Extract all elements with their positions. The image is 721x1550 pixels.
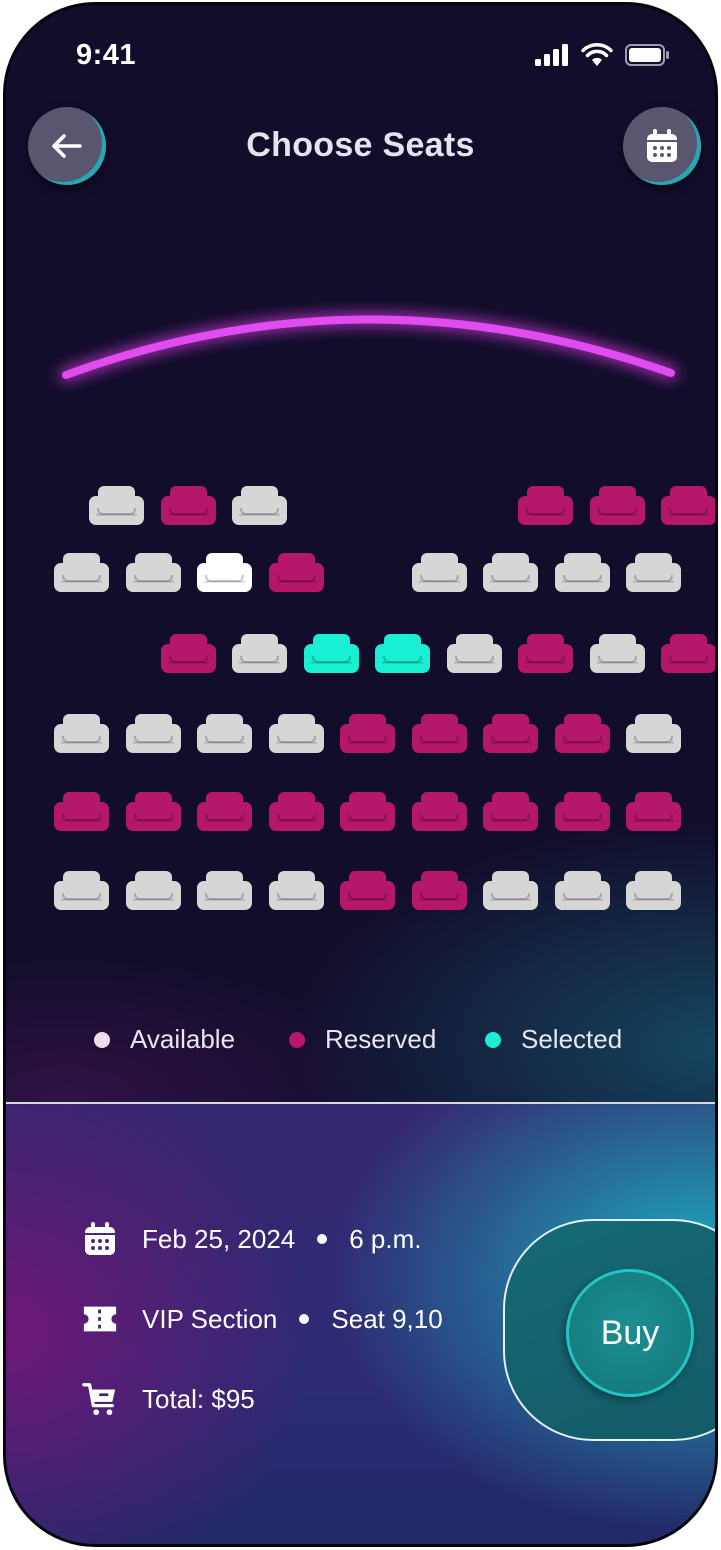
booking-date: Feb 25, 2024 bbox=[142, 1223, 296, 1254]
seat-available[interactable] bbox=[232, 634, 287, 673]
seat-reserved bbox=[160, 486, 216, 525]
seat-available[interactable] bbox=[554, 871, 610, 910]
seat-available[interactable] bbox=[589, 634, 645, 673]
seat-reserved bbox=[340, 792, 395, 831]
seat-selected[interactable] bbox=[303, 634, 359, 673]
calendar-button[interactable] bbox=[623, 107, 701, 185]
page-title: Choose Seats bbox=[246, 126, 475, 164]
separator-dot bbox=[317, 1234, 328, 1244]
seat-reserved bbox=[661, 486, 715, 525]
seat-reserved bbox=[411, 714, 467, 753]
seat-reserved bbox=[554, 714, 610, 753]
calendar-icon bbox=[647, 129, 677, 162]
seat-available[interactable] bbox=[197, 714, 252, 753]
cinema-screen bbox=[59, 312, 678, 382]
buy-button[interactable]: Buy bbox=[566, 1269, 694, 1397]
seat-available[interactable] bbox=[446, 634, 502, 673]
seat-available[interactable] bbox=[554, 553, 610, 592]
legend-label-reserved: Reserved bbox=[325, 1024, 437, 1054]
booking-total: Total: $95 bbox=[142, 1383, 255, 1414]
seat-reserved bbox=[411, 792, 467, 831]
wifi-icon bbox=[581, 43, 613, 66]
seat-reserved bbox=[626, 792, 681, 831]
legend-reserved: Reserved bbox=[289, 1024, 436, 1055]
seat-selected[interactable] bbox=[375, 634, 430, 673]
seat-available[interactable] bbox=[197, 871, 252, 910]
seat-reserved bbox=[160, 634, 216, 673]
reserved-dot bbox=[289, 1031, 305, 1048]
seat-available[interactable] bbox=[232, 486, 287, 525]
seat-reserved bbox=[197, 792, 252, 831]
seat-legend: Available Reserved Selected bbox=[6, 1024, 715, 1064]
ticket-icon bbox=[82, 1301, 118, 1337]
seat-available[interactable] bbox=[54, 553, 109, 592]
booking-time: 6 p.m. bbox=[349, 1223, 422, 1254]
seat-reserved bbox=[54, 792, 109, 831]
seat-available[interactable] bbox=[626, 714, 681, 753]
seat-available[interactable] bbox=[125, 871, 181, 910]
date-time-row: Feb 25, 2024 6 p.m. bbox=[82, 1221, 421, 1257]
booking-seat: Seat 9,10 bbox=[331, 1303, 443, 1334]
status-icons bbox=[535, 43, 671, 67]
available-dot bbox=[94, 1031, 110, 1048]
seat-reserved bbox=[268, 553, 324, 592]
legend-label-selected: Selected bbox=[521, 1024, 623, 1054]
seat-reserved bbox=[589, 486, 645, 525]
seat-reserved bbox=[340, 871, 395, 910]
legend-selected: Selected bbox=[485, 1024, 622, 1055]
seat-reserved bbox=[340, 714, 395, 753]
seat-reserved bbox=[125, 792, 181, 831]
seat-reserved bbox=[411, 871, 467, 910]
total-row: Total: $95 bbox=[82, 1381, 255, 1417]
seat-available[interactable] bbox=[483, 871, 538, 910]
seat-available[interactable] bbox=[626, 871, 681, 910]
seat-reserved bbox=[518, 634, 573, 673]
seat-available[interactable] bbox=[125, 553, 181, 592]
seat-available[interactable] bbox=[626, 553, 681, 592]
seat-reserved bbox=[483, 714, 538, 753]
seat-reserved bbox=[518, 486, 573, 525]
seat-available[interactable] bbox=[89, 486, 144, 525]
seat-reserved bbox=[268, 792, 324, 831]
cart-icon bbox=[82, 1381, 118, 1417]
seat-reserved bbox=[483, 792, 538, 831]
seat-available[interactable] bbox=[411, 553, 467, 592]
status-time: 9:41 bbox=[76, 39, 137, 71]
seat-reserved bbox=[554, 792, 610, 831]
seat-available[interactable] bbox=[125, 714, 181, 753]
selected-dot bbox=[485, 1031, 501, 1048]
seat-available[interactable] bbox=[483, 553, 538, 592]
signal-icon bbox=[535, 44, 568, 66]
seat-reserved bbox=[661, 634, 715, 673]
seat-available[interactable] bbox=[268, 871, 324, 910]
seat-available[interactable] bbox=[268, 714, 324, 753]
seat-available[interactable] bbox=[54, 714, 109, 753]
battery-icon bbox=[625, 44, 669, 66]
booking-section: VIP Section bbox=[142, 1303, 278, 1334]
seat-available[interactable] bbox=[54, 871, 109, 910]
separator-dot bbox=[299, 1314, 310, 1324]
legend-available: Available bbox=[94, 1024, 235, 1055]
legend-label-available: Available bbox=[130, 1024, 236, 1054]
phone-frame: 9:41 Choose Seats Available Reserved Sel… bbox=[3, 2, 718, 1547]
section-seat-row: VIP Section Seat 9,10 bbox=[82, 1301, 443, 1337]
seat-highlighted[interactable] bbox=[197, 553, 252, 592]
calendar-icon bbox=[82, 1221, 118, 1257]
